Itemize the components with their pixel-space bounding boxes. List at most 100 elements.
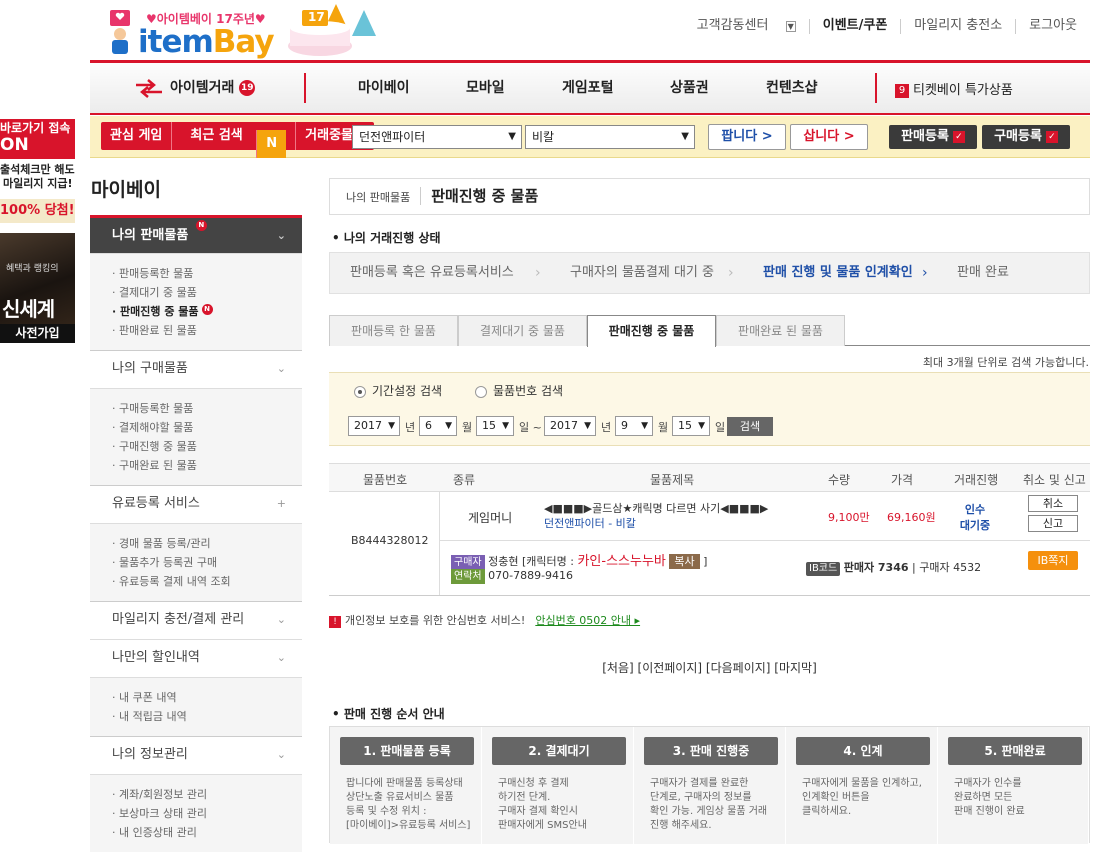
step-in-progress: 판매 진행 및 물품 인계확인 xyxy=(763,265,913,280)
item-game: 던전앤파이터 - 비칼 xyxy=(544,517,636,530)
chevron-down-icon: ⌄ xyxy=(276,362,286,375)
radio-period[interactable]: 기간설정 검색 xyxy=(354,382,442,399)
safe-number-notice: ! 개인정보 보호를 위한 안심번호 서비스! 안심번호 0502 안내 ▸ xyxy=(329,612,640,628)
nav-item-mybay[interactable]: 마이베이 xyxy=(358,77,410,97)
table-row: B8444328012 게임머니 ◀■■■▶골드삼★캐릭명 다르면 사기◀■■■… xyxy=(329,492,1090,596)
nav-item-gameportal[interactable]: 게임포털 xyxy=(562,77,614,97)
itembay-logo[interactable]: ♥아이템베이 17주년♥ itemBay 17 xyxy=(100,4,392,60)
top-link-logout[interactable]: 로그아웃 xyxy=(1015,19,1090,34)
pagination[interactable]: [처음] [이전페이지] [다음페이지] [마지막] xyxy=(329,659,1090,676)
guide-step: 3. 판매 진행중 구매자가 결제를 완료한 단계로, 구매자의 정보를 확인 … xyxy=(634,727,786,844)
chevron-down-icon: ⌄ xyxy=(276,651,286,664)
banner-on-block: 바로가기 접속 ON xyxy=(0,119,75,159)
buy-register-button[interactable]: 구매등록 ✓ xyxy=(982,125,1070,149)
banner-line2: ON xyxy=(0,135,29,155)
unit-month: 월 xyxy=(462,421,473,434)
top-link-event[interactable]: 이벤트/쿠폰 xyxy=(808,19,901,34)
sidebar-title: 마이베이 xyxy=(91,179,161,201)
breadcrumb-parent[interactable]: 나의 판매물품 xyxy=(346,191,410,204)
game-promo-banner[interactable]: 혜택과 랭킹의 신세계 사전가입 xyxy=(0,233,75,343)
guide-step: 1. 판매물품 등록 팝니다에 판매물품 등록상태 상단노출 유료서비스 물품 … xyxy=(330,727,482,844)
contact-info: 연락처 070-7889-9416 xyxy=(451,569,573,584)
chevron-down-icon: ▼ xyxy=(445,421,452,431)
sidebar-link[interactable]: · 판매등록한 물품 xyxy=(112,264,302,283)
from-year-select[interactable]: 2017 ▼ xyxy=(348,416,400,436)
sidebar-sublist: · 구매등록한 물품 · 결제해야할 물품 · 구매진행 중 물품 · 구매완료… xyxy=(90,388,302,485)
nav-item-contentshop[interactable]: 컨텐츠샵 xyxy=(766,77,818,97)
to-year-select[interactable]: 2017 ▼ xyxy=(544,416,596,436)
sidebar-link[interactable]: · 내 쿠폰 내역 xyxy=(112,688,302,707)
sidebar-sublist: · 내 쿠폰 내역 · 내 적립금 내역 xyxy=(90,677,302,736)
sidebar-item-paid-service[interactable]: 유료등록 서비스 + xyxy=(90,485,302,523)
sidebar-link[interactable]: · 계좌/회원정보 관리 xyxy=(112,785,302,804)
sidebar-link-current[interactable]: · 판매진행 중 물품 N xyxy=(112,302,302,321)
server-select[interactable]: 비칼 ▼ xyxy=(525,125,695,149)
item-number: B8444328012 xyxy=(351,534,429,547)
sidebar-link[interactable]: · 보상마크 상태 관리 xyxy=(112,804,302,823)
copy-button[interactable]: 복사 xyxy=(669,554,700,569)
nav-item-giftcard[interactable]: 상품권 xyxy=(670,77,709,97)
guide-step: 5. 판매완료 구매자가 인수를 완료하면 모든 판매 진행이 완료 xyxy=(938,727,1089,844)
sidebar-link[interactable]: · 구매완료 된 물품 xyxy=(112,456,302,475)
age-19-badge: 19 xyxy=(239,80,256,96)
sidebar-item-my-info[interactable]: 나의 정보관리 ⌄ xyxy=(90,736,302,774)
sell-search-button[interactable]: 팝니다 > xyxy=(708,124,786,150)
check-icon: ✓ xyxy=(952,130,965,143)
cancel-button[interactable]: 취소 xyxy=(1028,495,1078,512)
to-month-select[interactable]: 9 ▼ xyxy=(615,416,653,436)
sidebar-link[interactable]: · 결제대기 중 물품 xyxy=(112,283,302,302)
sell-register-button[interactable]: 판매등록 ✓ xyxy=(889,125,977,149)
tab-recent-search[interactable]: 최근 검색 N xyxy=(171,122,295,158)
safe-number-link[interactable]: 안심번호 0502 안내 ▸ xyxy=(535,614,640,627)
item-title[interactable]: ◀■■■▶골드삼★캐릭명 다르면 사기◀■■■▶ xyxy=(544,500,768,516)
guide-step-title: 3. 판매 진행중 xyxy=(644,737,778,765)
sidebar-link[interactable]: · 내 적립금 내역 xyxy=(112,707,302,726)
unit-year: 년 xyxy=(405,421,416,434)
contact-phone: 070-7889-9416 xyxy=(488,569,574,582)
nav-item-mobile[interactable]: 모바일 xyxy=(466,77,505,97)
from-day-select[interactable]: 15 ▼ xyxy=(476,416,514,436)
sidebar-link[interactable]: · 유료등록 결제 내역 조회 xyxy=(112,572,302,591)
tab-favorite-game[interactable]: 관심 게임 xyxy=(101,122,171,150)
report-button[interactable]: 신고 xyxy=(1028,515,1078,532)
character-name: 카인-스스누누바 xyxy=(577,554,666,569)
chevron-down-icon: ⌄ xyxy=(276,613,286,626)
game-select[interactable]: 던전앤파이터 ▼ xyxy=(352,125,522,149)
ib-code-tag: IB코드 xyxy=(806,562,841,576)
sidebar-link[interactable]: · 내 인증상태 관리 xyxy=(112,823,302,842)
promo-big-text: 신세계 xyxy=(2,297,55,321)
check-icon: ✓ xyxy=(1045,130,1058,143)
top-link-customer[interactable]: 고객감동센터 ▼ xyxy=(671,19,809,34)
from-month-select[interactable]: 6 ▼ xyxy=(419,416,457,436)
tab-in-progress[interactable]: 판매진행 중 물품 xyxy=(587,315,716,347)
sidebar: 나의 판매물품 N ⌄ · 판매등록한 물품 · 결제대기 중 물품 · 판매진행… xyxy=(90,215,302,852)
sidebar-item-my-purchases[interactable]: 나의 구매물품 ⌄ xyxy=(90,350,302,388)
ib-message-button[interactable]: IB쪽지 xyxy=(1028,551,1078,570)
buyer-code: | 구매자 4532 xyxy=(912,561,982,574)
to-day-select[interactable]: 15 ▼ xyxy=(672,416,710,436)
step-register: 판매등록 혹은 유료등록서비스 xyxy=(350,265,514,280)
sidebar-link[interactable]: · 판매완료 된 물품 xyxy=(112,321,302,340)
sidebar-item-mileage[interactable]: 마일리지 충전/결제 관리 ⌄ xyxy=(90,601,302,639)
new-badge: N xyxy=(256,130,287,158)
tab-awaiting-payment[interactable]: 결제대기 중 물품 xyxy=(458,315,587,346)
nav-item-trade[interactable]: 아이템거래 19 xyxy=(134,77,256,98)
search-button[interactable]: 검색 xyxy=(727,417,773,436)
sidebar-link[interactable]: · 결제해야할 물품 xyxy=(112,418,302,437)
sidebar-link[interactable]: · 구매등록한 물품 xyxy=(112,399,302,418)
tab-completed[interactable]: 판매완료 된 물품 xyxy=(716,315,845,346)
nav-item-ticketbay[interactable]: 9 티켓베이 특가상품 xyxy=(895,79,1013,98)
banner-line4: 마일리지 지급! xyxy=(3,177,73,190)
top-link-mileage[interactable]: 마일리지 충전소 xyxy=(900,19,1015,34)
radio-item-number[interactable]: 물품번호 검색 xyxy=(475,382,563,399)
tab-registered[interactable]: 판매등록 한 물품 xyxy=(329,315,458,346)
col-type: 종류 xyxy=(453,473,476,487)
sidebar-item-my-sales[interactable]: 나의 판매물품 N ⌄ xyxy=(90,215,302,253)
sidebar-link[interactable]: · 물품추가 등록권 구매 xyxy=(112,553,302,572)
buy-search-button[interactable]: 삽니다 > xyxy=(790,124,868,150)
attendance-banner[interactable]: 바로가기 접속 ON 출석체크만 해도 마일리지 지급! 100% 당첨! xyxy=(0,113,75,223)
sidebar-link[interactable]: · 경매 물품 등록/관리 xyxy=(112,534,302,553)
sidebar-link[interactable]: · 구매진행 중 물품 xyxy=(112,437,302,456)
logo-brand: itemBay xyxy=(138,24,275,60)
sidebar-item-discounts[interactable]: 나만의 할인내역 ⌄ xyxy=(90,639,302,677)
